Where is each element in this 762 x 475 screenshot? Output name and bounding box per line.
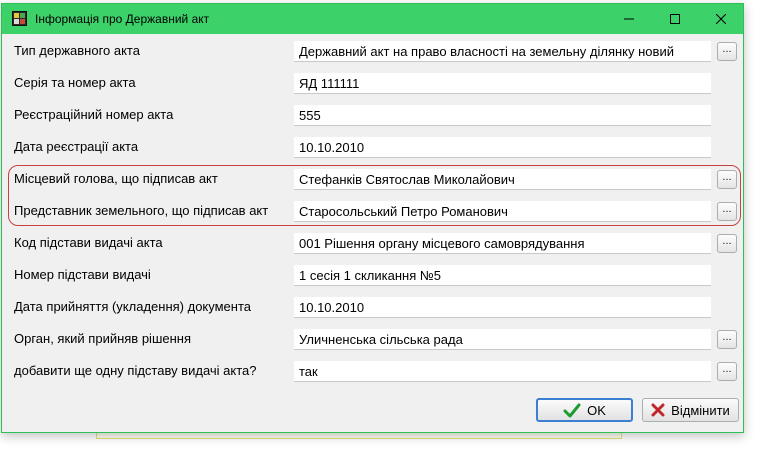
land-representative-picker-button[interactable]: ... [717,202,737,221]
cancel-button[interactable]: Відмінити [642,398,739,422]
minimize-icon [624,18,634,20]
issuance-basis-number-field[interactable]: 1 сесія 1 скликання №5 [294,265,711,286]
field-label: Дата прийняття (укладення) документа [14,299,251,314]
local-head-field[interactable]: Стефанків Святослав Миколайович [294,169,711,190]
checkmark-icon [563,403,581,417]
cross-icon [651,403,665,417]
add-basis-field[interactable]: так [294,361,711,382]
local-head-picker-button[interactable]: ... [717,170,737,189]
registration-number-field[interactable]: 555 [294,105,711,126]
issuance-basis-code-picker-button[interactable]: ... [717,234,737,253]
ok-button-label: OK [587,402,606,418]
decision-body-field[interactable]: Уличненська сільська рада [294,329,711,350]
cancel-button-label: Відмінити [671,402,730,418]
maximize-button[interactable] [652,4,698,34]
field-label: Орган, який прийняв рішення [14,331,191,346]
dialog-window: Інформація про Державний акт Тип державн… [1,3,744,433]
field-label: Серія та номер акта [14,75,136,90]
app-icon [12,11,27,26]
add-basis-picker-button[interactable]: ... [717,362,737,381]
maximize-icon [670,14,680,24]
field-label: Реєстраційний номер акта [14,107,174,122]
issuance-basis-code-field[interactable]: 001 Рішення органу місцевого самоврядува… [294,233,711,254]
field-label: Код підстави видачі акта [14,235,163,250]
act-type-picker-button[interactable]: ... [717,42,737,61]
field-label: Представник земельного, що підписав акт [14,203,269,218]
act-series-number-field[interactable]: ЯД 111111 [294,73,711,94]
land-representative-field[interactable]: Старосольський Петро Романович [294,201,711,222]
decision-body-picker-button[interactable]: ... [717,330,737,349]
field-label: добавити ще одну підставу видачі акта? [14,363,257,378]
document-date-field[interactable]: 10.10.2010 [294,297,711,318]
field-label: Номер підстави видачі [14,267,151,282]
title-bar: Інформація про Державний акт [2,4,743,34]
field-label: Тип державного акта [14,43,140,58]
window-title: Інформація про Державний акт [35,12,210,26]
field-label: Дата реєстрації акта [14,139,139,154]
close-button[interactable] [698,4,744,34]
registration-date-field[interactable]: 10.10.2010 [294,137,711,158]
minimize-button[interactable] [606,4,652,34]
field-label: Місцевий голова, що підписав акт [14,171,218,186]
ok-button[interactable]: OK [536,398,633,422]
close-icon [716,14,726,24]
act-type-field[interactable]: Державний акт на право власності на земе… [294,41,711,62]
